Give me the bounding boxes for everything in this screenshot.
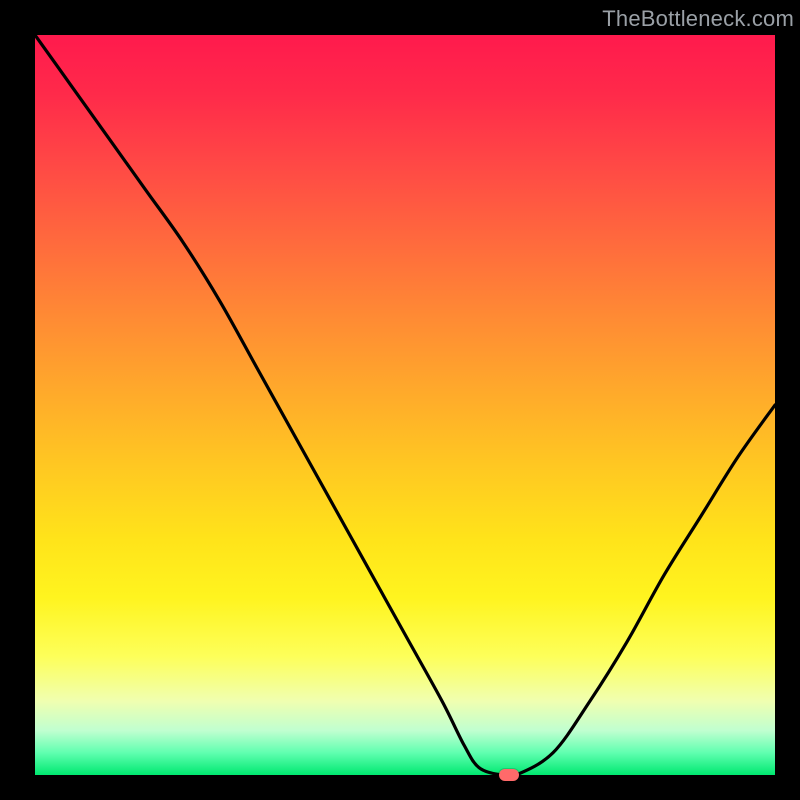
attribution-text: TheBottleneck.com — [602, 6, 794, 32]
curve-svg — [35, 35, 775, 775]
chart-frame: TheBottleneck.com — [0, 0, 800, 800]
optimal-marker — [499, 769, 519, 781]
plot-area — [35, 35, 775, 775]
bottleneck-curve — [35, 35, 775, 775]
